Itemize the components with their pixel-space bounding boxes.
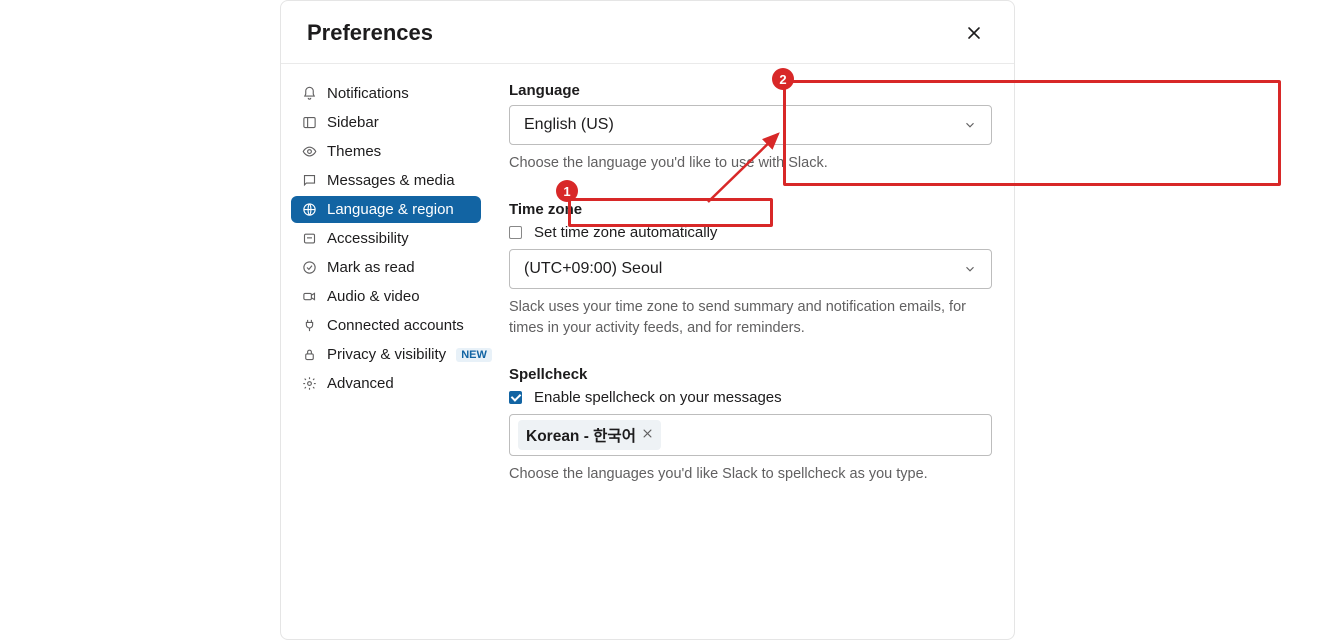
language-section: Language English (US) Choose the languag… xyxy=(509,82,992,173)
language-helper: Choose the language you'd like to use wi… xyxy=(509,153,992,173)
accessibility-icon xyxy=(301,231,317,247)
spellcheck-enable-label: Enable spellcheck on your messages xyxy=(534,389,782,406)
sidebar-item-label: Sidebar xyxy=(327,114,471,131)
sidebar-item-mark-as-read[interactable]: Mark as read xyxy=(291,254,481,281)
spellcheck-language-chip: Korean - 한국어 xyxy=(518,420,661,450)
timezone-auto-checkbox[interactable] xyxy=(509,226,522,239)
sidebar-item-label: Connected accounts xyxy=(327,317,471,334)
sidebar-item-label: Notifications xyxy=(327,85,471,102)
sidebar-item-messages-media[interactable]: Messages & media xyxy=(291,167,481,194)
language-select-value: English (US) xyxy=(524,116,614,134)
sidebar-item-connected-accounts[interactable]: Connected accounts xyxy=(291,312,481,339)
modal-header: Preferences xyxy=(281,1,1014,64)
sidebar-item-label: Mark as read xyxy=(327,259,471,276)
timezone-select-value: (UTC+09:00) Seoul xyxy=(524,260,662,278)
layout-icon xyxy=(301,115,317,131)
page-title: Preferences xyxy=(307,20,433,46)
gear-icon xyxy=(301,376,317,392)
timezone-heading: Time zone xyxy=(509,201,992,218)
sidebar-item-privacy-visibility[interactable]: Privacy & visibility NEW xyxy=(291,341,481,368)
sidebar-item-themes[interactable]: Themes xyxy=(291,138,481,165)
sidebar-item-label: Audio & video xyxy=(327,288,471,305)
message-icon xyxy=(301,173,317,189)
spellcheck-languages-field[interactable]: Korean - 한국어 xyxy=(509,414,992,456)
chip-remove-icon[interactable] xyxy=(642,426,653,444)
sidebar-item-sidebar[interactable]: Sidebar xyxy=(291,109,481,136)
preferences-modal: Preferences Notifications Sidebar Themes… xyxy=(280,0,1015,640)
sidebar-item-notifications[interactable]: Notifications xyxy=(291,80,481,107)
sidebar-item-accessibility[interactable]: Accessibility xyxy=(291,225,481,252)
sidebar-item-label: Privacy & visibility xyxy=(327,346,446,363)
sidebar-item-language-region[interactable]: Language & region xyxy=(291,196,481,223)
language-select[interactable]: English (US) xyxy=(509,105,992,145)
chevron-down-icon xyxy=(963,118,977,132)
close-button[interactable] xyxy=(960,19,988,47)
close-icon xyxy=(966,25,982,41)
plug-icon xyxy=(301,318,317,334)
spellcheck-section: Spellcheck Enable spellcheck on your mes… xyxy=(509,366,992,484)
sidebar: Notifications Sidebar Themes Messages & … xyxy=(281,64,491,512)
check-circle-icon xyxy=(301,260,317,276)
sidebar-item-label: Advanced xyxy=(327,375,471,392)
sidebar-item-label: Accessibility xyxy=(327,230,471,247)
spellcheck-enable-checkbox[interactable] xyxy=(509,391,522,404)
timezone-auto-label: Set time zone automatically xyxy=(534,224,717,241)
video-icon xyxy=(301,289,317,305)
lock-icon xyxy=(301,347,317,363)
globe-icon xyxy=(301,202,317,218)
language-heading: Language xyxy=(509,82,992,99)
eye-icon xyxy=(301,144,317,160)
sidebar-item-label: Messages & media xyxy=(327,172,471,189)
spellcheck-helper: Choose the languages you'd like Slack to… xyxy=(509,464,992,484)
sidebar-item-label: Language & region xyxy=(327,201,471,218)
chip-label: Korean - 한국어 xyxy=(526,424,636,446)
timezone-section: Time zone Set time zone automatically (U… xyxy=(509,201,992,338)
content-pane: Language English (US) Choose the languag… xyxy=(491,64,1014,512)
sidebar-item-audio-video[interactable]: Audio & video xyxy=(291,283,481,310)
timezone-helper: Slack uses your time zone to send summar… xyxy=(509,297,992,338)
sidebar-item-label: Themes xyxy=(327,143,471,160)
sidebar-item-advanced[interactable]: Advanced xyxy=(291,370,481,397)
timezone-select[interactable]: (UTC+09:00) Seoul xyxy=(509,249,992,289)
bell-icon xyxy=(301,86,317,102)
chevron-down-icon xyxy=(963,262,977,276)
new-badge: NEW xyxy=(456,348,492,362)
spellcheck-heading: Spellcheck xyxy=(509,366,992,383)
